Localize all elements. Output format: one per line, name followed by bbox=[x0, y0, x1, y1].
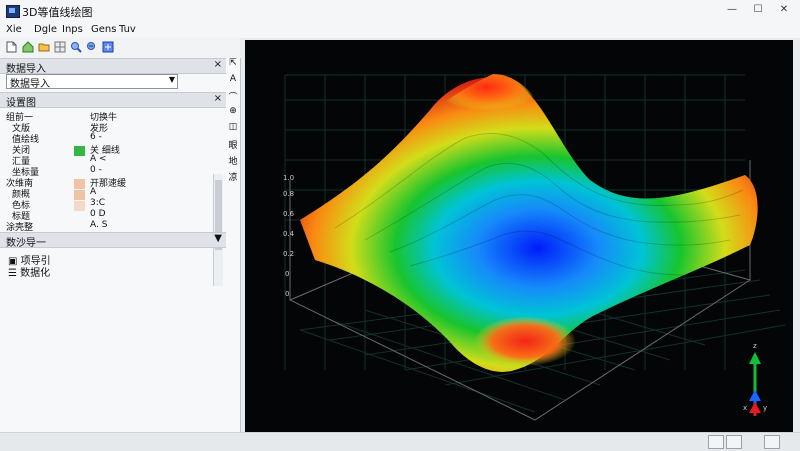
list-item[interactable]: 涂壳整 bbox=[6, 220, 33, 233]
plot-viewport[interactable]: 1.0 0.8 0.6 0.4 0.2 0 0 z x y bbox=[245, 40, 793, 432]
close-icon[interactable]: × bbox=[214, 59, 222, 70]
list-item[interactable]: 3:C bbox=[90, 198, 105, 209]
export-icon[interactable] bbox=[102, 41, 114, 53]
menu-item-5[interactable]: Tuv bbox=[119, 24, 136, 35]
list-icon: ☰ bbox=[8, 268, 17, 279]
list-item[interactable]: 汇量 bbox=[12, 154, 30, 167]
bottom-item-2[interactable]: ☰ 数据化 bbox=[8, 264, 50, 279]
svg-text:1.0: 1.0 bbox=[283, 174, 294, 182]
left-panel: 数据导入 × 数据导入 ▼ 设置图 × 组前一 文版 值绘线 关闭 汇量 坐标量… bbox=[0, 58, 241, 440]
text-icon[interactable]: A bbox=[227, 74, 239, 84]
list-item[interactable]: 坐标量 bbox=[12, 165, 39, 178]
map-icon[interactable]: 地 bbox=[227, 154, 239, 167]
settings-icon[interactable]: 凉 bbox=[227, 170, 239, 183]
svg-text:0.6: 0.6 bbox=[283, 210, 295, 218]
import-panel-header: 数据导入 × bbox=[0, 58, 226, 75]
gizmo-z-label: z bbox=[753, 342, 757, 350]
list-item[interactable]: 切换牛 bbox=[90, 110, 117, 123]
gizmo-x-label: x bbox=[743, 404, 747, 412]
vertical-tools: ⇱ A ⌒ ⊕ ◫ 眼 地 凉 bbox=[226, 58, 240, 248]
window-title: 3D等值线绘图 bbox=[22, 6, 93, 19]
list-item[interactable]: A < bbox=[90, 154, 107, 165]
list-item[interactable]: 开那速缓 bbox=[90, 176, 126, 189]
arc-icon[interactable]: ⌒ bbox=[227, 90, 239, 103]
list-item[interactable]: 0 - bbox=[90, 165, 102, 176]
swatch-peach bbox=[74, 190, 85, 200]
menu-item-1[interactable]: Xie bbox=[6, 24, 22, 35]
import-panel-title: 数据导入 bbox=[6, 64, 46, 75]
list-item[interactable]: 6 - bbox=[90, 132, 102, 143]
folder-icon[interactable] bbox=[38, 41, 50, 53]
list-item[interactable]: 组前一 bbox=[6, 110, 33, 123]
status-bar bbox=[0, 432, 800, 451]
list-item[interactable]: 标题 bbox=[12, 209, 30, 222]
swatch-green bbox=[74, 146, 85, 156]
window-controls: — ☐ ✕ bbox=[720, 2, 796, 18]
import-dropdown[interactable]: 数据导入 ▼ bbox=[6, 74, 178, 90]
open-file-icon[interactable] bbox=[6, 41, 18, 53]
panel-icon[interactable]: ◫ bbox=[227, 122, 239, 132]
status-button-1[interactable] bbox=[708, 435, 724, 449]
zoom-out-icon[interactable] bbox=[86, 41, 98, 53]
menu-item-2[interactable]: Dgle bbox=[34, 24, 57, 35]
menu-item-3[interactable]: Inps bbox=[62, 24, 83, 35]
list-item[interactable]: A bbox=[90, 187, 96, 198]
import-dropdown-value: 数据导入 bbox=[10, 79, 50, 90]
settings-panel-title: 设置图 bbox=[6, 98, 36, 109]
chevron-down-icon: ▼ bbox=[168, 75, 175, 84]
list-item[interactable]: 关 细线 bbox=[90, 143, 120, 156]
app-icon bbox=[6, 5, 20, 18]
list-item[interactable]: 文版 bbox=[12, 121, 30, 134]
svg-text:0.8: 0.8 bbox=[283, 190, 294, 198]
list-item[interactable]: 次维南 bbox=[6, 176, 33, 189]
minimize-button[interactable]: — bbox=[720, 2, 744, 18]
bottom-item-1[interactable]: ▣ 项导引 bbox=[8, 252, 51, 267]
svg-text:0: 0 bbox=[285, 270, 289, 278]
svg-text:0: 0 bbox=[285, 290, 289, 298]
list-item[interactable]: 值绘线 bbox=[12, 132, 39, 145]
settings-panel-header: 设置图 × bbox=[0, 92, 226, 109]
maximize-button[interactable]: ☐ bbox=[746, 2, 770, 18]
svg-text:0.4: 0.4 bbox=[283, 230, 295, 238]
swatch-peach bbox=[74, 179, 85, 189]
home-icon[interactable] bbox=[22, 41, 34, 53]
chevron-down-icon[interactable]: ▼ bbox=[214, 233, 222, 244]
list-item[interactable]: 色标 bbox=[12, 198, 30, 211]
bottom-panel-header: 数沙导一 ▼ bbox=[0, 232, 226, 249]
bottom-panel-title: 数沙导一 bbox=[6, 238, 46, 249]
list-item[interactable]: 发形 bbox=[90, 121, 108, 134]
surface-plot: 1.0 0.8 0.6 0.4 0.2 0 0 z x y bbox=[283, 74, 786, 421]
close-button[interactable]: ✕ bbox=[772, 2, 796, 18]
toolbar bbox=[0, 38, 240, 59]
view-icon[interactable]: 眼 bbox=[227, 138, 239, 151]
title-bar: 3D等值线绘图 — ☐ ✕ bbox=[0, 0, 800, 23]
grid-icon[interactable] bbox=[54, 41, 66, 53]
list-item[interactable]: A. S bbox=[90, 220, 107, 231]
add-icon[interactable]: ⊕ bbox=[227, 106, 239, 116]
axis-gizmo: z x y bbox=[743, 342, 767, 416]
surface bbox=[300, 74, 758, 372]
menu-item-4[interactable]: Gens bbox=[91, 24, 116, 35]
close-icon[interactable]: × bbox=[214, 93, 222, 104]
settings-scrollbar[interactable] bbox=[213, 174, 223, 286]
list-item[interactable]: 关闭 bbox=[12, 143, 30, 156]
settings-list-left: 组前一 文版 值绘线 关闭 汇量 坐标量 次维南 颜概 色标 标题 涂壳整 bbox=[0, 110, 90, 233]
menu-bar: Xie Dgle Inps Gens Tuv bbox=[0, 22, 800, 38]
settings-list-right: 切换牛 发形 6 - 关 细线 A < 0 - 开那速缓 A 3:C 0 D A… bbox=[84, 110, 212, 230]
swatch-light bbox=[74, 201, 85, 211]
svg-text:0.2: 0.2 bbox=[283, 250, 294, 258]
pin-icon[interactable]: ⇱ bbox=[227, 58, 239, 68]
zoom-in-icon[interactable] bbox=[70, 41, 82, 53]
status-button-2[interactable] bbox=[726, 435, 742, 449]
gizmo-y-label: y bbox=[763, 404, 767, 412]
status-button-3[interactable] bbox=[764, 435, 780, 449]
list-item[interactable]: 颜概 bbox=[12, 187, 30, 200]
list-item[interactable]: 0 D bbox=[90, 209, 106, 220]
